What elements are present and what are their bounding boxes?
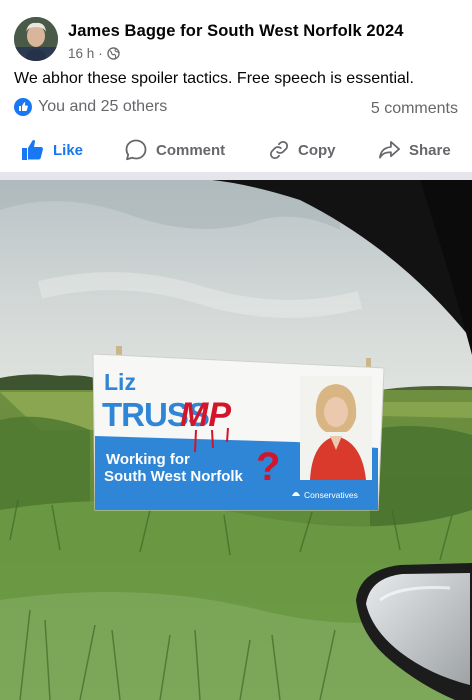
copy-label: Copy (298, 141, 336, 159)
globe-icon (107, 47, 120, 60)
comment-icon (125, 139, 147, 161)
photo-scene: Liz TRUSS MP Working for South West Norf… (0, 180, 472, 700)
page-name[interactable]: James Bagge for South West Norfolk 2024 (68, 22, 404, 41)
post-text: We abhor these spoiler tactics. Free spe… (14, 70, 414, 87)
comments-count[interactable]: 5 comments (371, 100, 458, 118)
share-label: Share (409, 141, 451, 159)
thumbs-up-icon (22, 140, 43, 160)
comment-button[interactable]: Comment (124, 132, 225, 168)
comment-label: Comment (156, 141, 226, 159)
sign-tagline-1: Working for (106, 451, 190, 468)
copy-button[interactable]: Copy (268, 132, 336, 168)
post-photo[interactable]: Liz TRUSS MP Working for South West Norf… (0, 180, 472, 700)
sign-name-first: Liz (104, 369, 136, 395)
link-icon (269, 140, 289, 160)
graffiti-mp: MP (180, 396, 231, 434)
sign-party: Conservatives (304, 490, 358, 500)
action-bar: Like Comment Copy Share (0, 132, 472, 168)
like-button[interactable]: Like (21, 132, 83, 168)
sign-tagline-2: South West Norfolk (104, 468, 244, 485)
like-reaction-icon (14, 98, 32, 116)
share-button[interactable]: Share (378, 132, 451, 168)
reactions-summary[interactable]: You and 25 others (14, 98, 167, 116)
like-label: Like (53, 141, 84, 159)
post-time[interactable]: 16 h (68, 46, 94, 61)
meta-dot: · (98, 46, 103, 61)
post-meta: 16 h · (68, 46, 120, 61)
campaign-sign: Liz TRUSS MP Working for South West Norf… (92, 353, 385, 511)
post-header: James Bagge for South West Norfolk 2024 … (0, 0, 472, 70)
reactions-text: You and 25 others (38, 98, 168, 115)
avatar[interactable] (14, 17, 58, 61)
share-icon (379, 140, 400, 159)
divider (0, 172, 472, 180)
graffiti-question-mark: ? (256, 445, 280, 489)
